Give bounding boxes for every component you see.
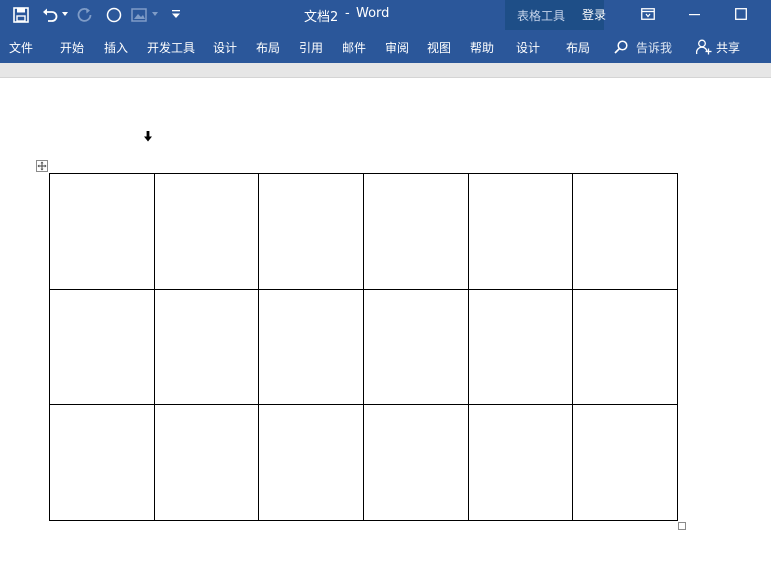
table-cell[interactable] [154,404,259,521]
circle-shape-icon[interactable] [106,7,122,23]
table-cell[interactable] [572,173,678,290]
tab-table-layout[interactable]: 布局 [566,39,590,56]
tab-table-design[interactable]: 设计 [516,39,540,56]
collapsed-ribbon-bar [0,63,771,78]
title-separator: - [345,6,350,21]
tab-file[interactable]: 文件 [9,39,33,56]
sign-in-link[interactable]: 登录 [582,6,606,23]
table-cell[interactable] [154,173,259,290]
tab-insert[interactable]: 插入 [104,39,128,56]
ribbon-display-options-icon[interactable] [641,8,655,20]
undo-icon[interactable] [42,7,59,23]
tab-design[interactable]: 设计 [213,39,237,56]
tell-me-search[interactable]: 告诉我 [636,39,672,56]
undo-dropdown-icon[interactable] [62,12,68,16]
tab-view[interactable]: 视图 [427,39,451,56]
table-resize-handle[interactable] [678,522,686,530]
maximize-icon[interactable] [735,8,747,20]
share-person-icon[interactable] [696,39,712,55]
table-cell[interactable] [49,404,155,521]
save-icon[interactable] [13,7,29,23]
table-cell[interactable] [363,289,469,405]
tab-layout[interactable]: 布局 [256,39,280,56]
share-button[interactable]: 共享 [716,39,740,56]
select-column-pointer-icon [144,131,152,142]
minimize-icon[interactable] [689,14,700,16]
picture-dropdown-icon[interactable] [152,12,158,16]
table-cell[interactable] [258,404,364,521]
table-cell[interactable] [258,289,364,405]
title-bar: 文档2 - Word 表格工具 登录 [0,0,771,63]
picture-icon[interactable] [131,7,147,23]
tab-references[interactable]: 引用 [299,39,323,56]
redo-icon[interactable] [77,7,93,23]
table-cell[interactable] [154,289,259,405]
table-tools-label: 表格工具 [517,9,566,23]
tab-mailings[interactable]: 邮件 [342,39,366,56]
table-row [49,173,678,290]
table-cell[interactable] [572,289,678,405]
table-row [49,404,678,521]
tab-home[interactable]: 开始 [60,39,84,56]
table-cell[interactable] [468,404,573,521]
table-cell[interactable] [49,173,155,290]
table-cell[interactable] [572,404,678,521]
table-move-handle-icon[interactable] [36,160,48,172]
customize-quick-access-icon[interactable] [172,9,180,19]
app-name: Word [356,6,390,21]
table-cell[interactable] [363,404,469,521]
tab-help[interactable]: 帮助 [470,39,494,56]
table-cell[interactable] [363,173,469,290]
search-icon[interactable] [614,40,628,54]
table-cell[interactable] [258,173,364,290]
document-title: 文档2 [304,10,339,25]
table-cell[interactable] [468,289,573,405]
tab-review[interactable]: 审阅 [385,39,409,56]
table-cell[interactable] [468,173,573,290]
table-row [49,289,678,405]
document-table[interactable] [49,173,678,521]
table-cell[interactable] [49,289,155,405]
tab-developer[interactable]: 开发工具 [147,39,195,56]
